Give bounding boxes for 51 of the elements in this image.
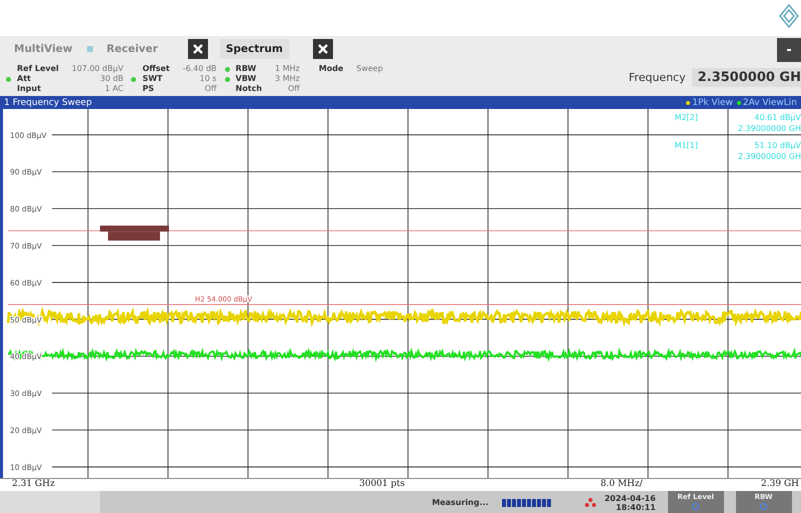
marker-name: M1[1] bbox=[674, 140, 698, 151]
setting-label: RBW bbox=[236, 64, 258, 74]
stop-frequency: 2.39 GH bbox=[761, 479, 799, 491]
setting-label: Ref Level bbox=[17, 64, 59, 74]
start-frequency: 2.31 GHz bbox=[12, 479, 56, 491]
setting-value: Off bbox=[286, 84, 300, 94]
setting-value: 30 dB bbox=[99, 74, 124, 84]
setting-label: Offset bbox=[142, 64, 170, 74]
marker-frequency: 2.39000000 GH bbox=[738, 123, 801, 134]
setting-label: Mode bbox=[318, 64, 344, 74]
redaction-mark bbox=[100, 226, 169, 241]
setting-value: 1 MHz bbox=[274, 64, 300, 74]
setting-value: 10 s bbox=[198, 74, 217, 84]
marker-value: 40.61 dBµV bbox=[753, 112, 801, 123]
tab[interactable]: MultiView bbox=[8, 39, 79, 59]
status-date: 2024-04-16 bbox=[604, 494, 656, 502]
diamond-logo-icon bbox=[779, 4, 799, 28]
marker-frequency: 2.39000000 GH bbox=[738, 151, 801, 162]
setting-value: 1 AC bbox=[104, 84, 124, 94]
span-per-division: 8.0 MHz/ bbox=[600, 479, 644, 491]
frequency-field[interactable]: 2.3500000 GH bbox=[692, 68, 801, 87]
network-icon bbox=[585, 498, 596, 507]
tab[interactable]: Spectrum bbox=[220, 39, 289, 59]
setting-value: Off bbox=[204, 84, 217, 94]
setting-label: Att bbox=[17, 74, 32, 84]
dash-icon bbox=[787, 49, 791, 51]
setting-value: Sweep bbox=[355, 64, 383, 74]
trace-label: 2Av ViewLin bbox=[742, 98, 797, 108]
setting-label: PS bbox=[142, 84, 156, 94]
separator-icon bbox=[86, 46, 93, 52]
sweep-points: 30001 pts bbox=[358, 479, 406, 491]
trace-label: 1Pk View bbox=[692, 98, 733, 108]
close-icon bbox=[192, 44, 203, 54]
status-message: Measuring... bbox=[432, 498, 488, 507]
setting-value: 107.00 dBµV bbox=[70, 64, 124, 74]
marker-value: 51.10 dBµV bbox=[753, 140, 801, 151]
tab[interactable]: Receiver bbox=[100, 39, 164, 59]
setting-value: 3 MHz bbox=[274, 74, 300, 84]
activity-bar-icon bbox=[502, 498, 552, 506]
setting-label: VBW bbox=[236, 74, 258, 84]
close-button[interactable] bbox=[188, 39, 208, 59]
frequency-label: Frequency bbox=[628, 71, 686, 84]
setting-label: SWT bbox=[142, 74, 164, 84]
close-icon bbox=[318, 44, 328, 54]
marker-name: M2[2] bbox=[674, 112, 698, 123]
setting-label: Input bbox=[17, 84, 42, 94]
setting-value: -6.40 dB bbox=[182, 64, 217, 74]
close-button[interactable] bbox=[312, 39, 333, 59]
setting-label: Notch bbox=[236, 84, 262, 94]
plot-title: 1 Frequency Sweep bbox=[4, 98, 92, 108]
status-time: 18:40:11 bbox=[616, 502, 656, 512]
